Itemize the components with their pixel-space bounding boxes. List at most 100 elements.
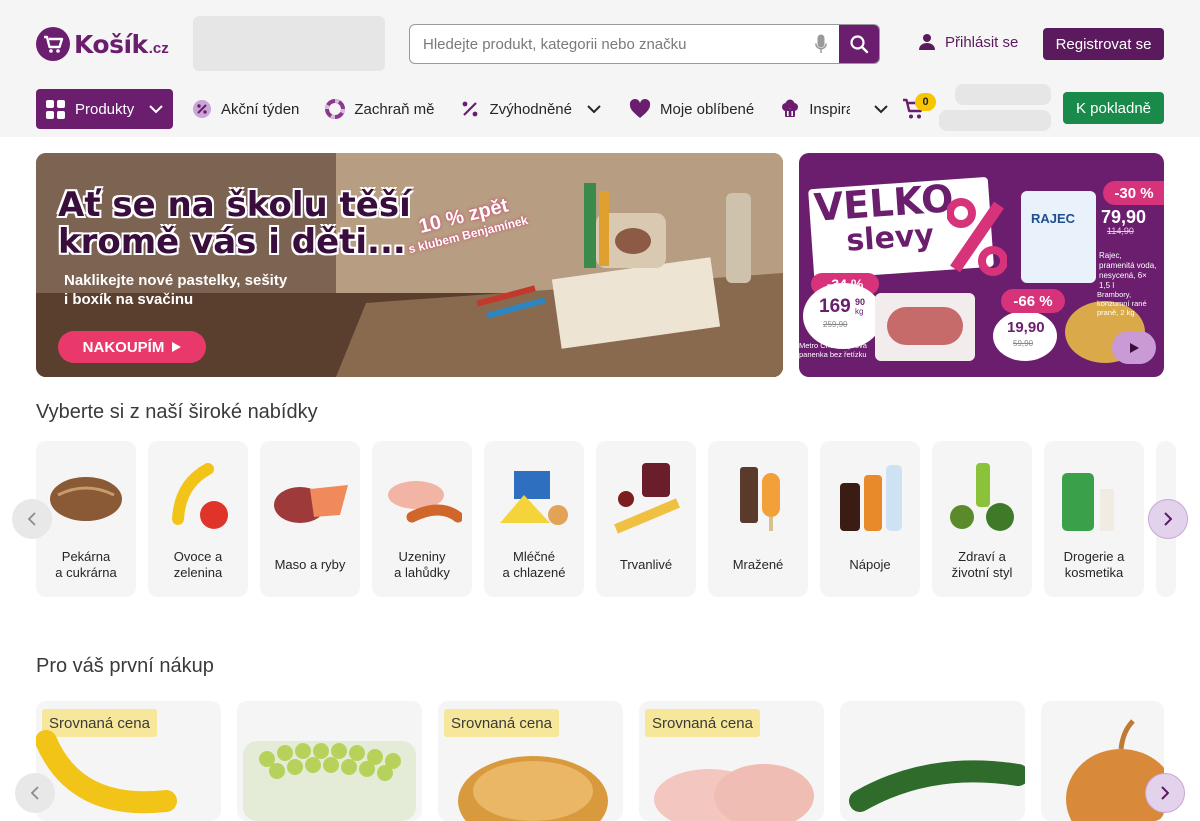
category-card[interactable]: Nápoje — [820, 441, 920, 597]
banner-title-line: Ať se na školu těší — [58, 185, 411, 225]
category-image — [500, 471, 568, 525]
category-image — [740, 467, 780, 531]
chevron-down-icon — [874, 104, 888, 113]
banner-subtitle-line: Naklikejte nové pastelky, sešity — [64, 272, 288, 289]
product-card-banana[interactable]: Srovnaná cena — [36, 701, 221, 821]
offer1-old-price: 114,90 — [1107, 226, 1134, 236]
nav-item-zachran-me[interactable]: Zachraň mě — [325, 89, 434, 129]
nav-label: Zachraň mě — [354, 100, 435, 118]
offer1-price: 79,90 — [1101, 207, 1147, 227]
banner-play-button[interactable] — [1112, 331, 1156, 364]
logo[interactable]: Košík .cz — [36, 27, 169, 61]
delivery-placeholder — [939, 110, 1051, 131]
school-promo-banner[interactable]: Ať se na školu těší kromě vás i děti... … — [36, 153, 783, 377]
big-sales-banner[interactable]: VELKO slevy RAJEC -30 % 79,90 114,90 Raj… — [799, 153, 1164, 377]
chef-hat-icon — [782, 99, 799, 117]
banner-subtitle: Naklikejte nové pastelky, sešity i boxík… — [64, 271, 287, 309]
chicken-breast-image — [654, 764, 814, 821]
chevron-left-icon — [31, 786, 39, 800]
cart-count-badge: 0 — [915, 93, 936, 111]
category-label-line: Drogerie a — [1063, 549, 1125, 564]
cucumber-image — [849, 760, 1025, 812]
category-card[interactable]: Ovoce a zelenina — [148, 441, 248, 597]
product-card-cucumber[interactable] — [840, 701, 1025, 821]
nav-more-button[interactable] — [874, 89, 888, 129]
offer3-price: 19,90 — [1007, 319, 1045, 336]
grid-icon — [46, 99, 65, 119]
search-input[interactable] — [410, 25, 803, 63]
play-icon — [172, 342, 182, 352]
products-prev-button[interactable] — [15, 773, 55, 813]
products-next-button[interactable] — [1145, 773, 1185, 813]
products-menu-button[interactable]: Produkty — [36, 89, 173, 129]
register-button[interactable]: Registrovat se — [1043, 28, 1164, 60]
category-label: Mražené — [708, 557, 808, 573]
shop-now-label: NAKOUPÍM — [82, 338, 165, 356]
category-label: Ovoce a zelenina — [148, 549, 248, 581]
product-card-chicken[interactable]: Srovnaná cena — [639, 701, 824, 821]
category-image — [950, 463, 1014, 531]
chevron-right-icon — [1161, 786, 1169, 800]
category-card[interactable]: Maso a ryby — [260, 441, 360, 597]
category-image — [274, 485, 348, 523]
microphone-icon[interactable] — [803, 25, 839, 63]
search-button[interactable] — [839, 25, 879, 63]
category-image — [614, 463, 680, 534]
category-label: Drogerie a kosmetika — [1044, 549, 1144, 581]
category-label-line: a cukrárna — [55, 565, 117, 580]
category-card[interactable]: Drogerie a kosmetika — [1044, 441, 1144, 597]
category-image — [50, 477, 122, 521]
category-card[interactable]: Mléčné a chlazené — [484, 441, 584, 597]
product-card-grapes[interactable] — [237, 701, 422, 821]
offer2-old-price: 259,90 — [823, 320, 848, 329]
category-image — [388, 481, 462, 523]
category-card[interactable]: Uzeniny a lahůdky — [372, 441, 472, 597]
nav-label: Moje oblíbené — [660, 100, 755, 118]
category-image — [1062, 473, 1130, 531]
category-label-line: Uzeniny — [398, 549, 446, 564]
search-icon — [850, 35, 869, 54]
nav-item-inspirace[interactable]: Inspira — [780, 89, 850, 129]
category-label: Mléčné a chlazené — [484, 549, 584, 581]
category-image — [840, 465, 902, 531]
offer1-desc: Rajec, pramenitá voda, nesycená, 6× 1,5 … — [1099, 251, 1157, 290]
first-purchase-heading: Pro váš první nákup — [36, 655, 214, 677]
shop-now-button[interactable]: NAKOUPÍM — [58, 331, 206, 363]
logo-text: Košík — [74, 29, 148, 59]
user-icon — [919, 34, 935, 50]
category-label: Trvanlivé — [596, 557, 696, 573]
category-prev-button[interactable] — [12, 499, 52, 539]
category-card[interactable]: Zdraví a životní styl — [932, 441, 1032, 597]
category-label-line: Zdraví a — [958, 549, 1006, 564]
banner-title: Ať se na školu těší kromě vás i děti... — [58, 187, 411, 261]
nav-label: Inspira — [809, 100, 851, 118]
offer3-price-circle: 19,90 59,90 — [993, 311, 1057, 361]
offer2-price-circle: 169 90 kg 259,90 — [803, 283, 883, 349]
nav-label: Akční týden — [221, 100, 300, 118]
play-icon — [1129, 342, 1139, 353]
grapes-image — [243, 741, 416, 821]
category-next-button[interactable] — [1148, 499, 1188, 539]
nav-item-moje-oblibene[interactable]: Moje oblíbené — [629, 89, 754, 129]
search-bar — [409, 24, 880, 64]
category-label-line: životní styl — [951, 565, 1013, 580]
chevron-left-icon — [28, 512, 36, 526]
categories-heading: Vyberte si z naší široké nabídky — [36, 401, 318, 423]
category-card[interactable]: Mražené — [708, 441, 808, 597]
product-card-bread[interactable]: Srovnaná cena — [438, 701, 623, 821]
chevron-down-icon — [149, 104, 163, 113]
category-label: Maso a ryby — [260, 557, 360, 573]
category-label-line: Mražené — [732, 557, 784, 572]
products-label: Produkty — [75, 100, 135, 118]
login-link[interactable]: Přihlásit se — [918, 33, 1018, 51]
category-label: Uzeniny a lahůdky — [372, 549, 472, 581]
category-card[interactable]: Trvanlivé — [596, 441, 696, 597]
percent-icon — [463, 101, 478, 117]
nav-item-akcni-tyden[interactable]: Akční týden — [192, 89, 299, 129]
chevron-right-icon — [1164, 512, 1172, 526]
onion-image — [1066, 719, 1164, 821]
checkout-button[interactable]: K pokladně — [1063, 92, 1164, 124]
nav-item-zvyhodnene[interactable]: Zvýhodněné — [460, 89, 601, 129]
product-card-onion[interactable] — [1041, 701, 1164, 821]
basket-icon — [36, 27, 70, 61]
